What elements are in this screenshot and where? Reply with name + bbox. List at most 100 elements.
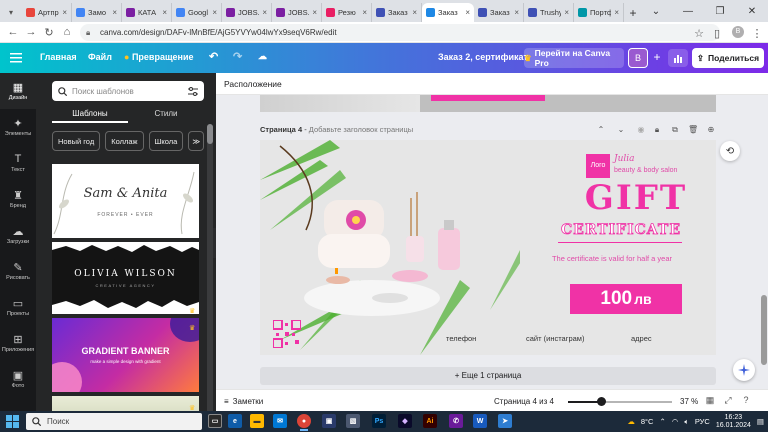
browser-menu-icon[interactable]: ⋮ <box>748 24 766 42</box>
share-button[interactable]: ⇪ Поделиться <box>692 48 764 68</box>
salon-subtitle[interactable]: beauty & body salon <box>614 167 677 174</box>
redo-icon[interactable]: ↷ <box>233 50 242 63</box>
tab-close-icon[interactable]: × <box>262 8 267 17</box>
hide-page-icon[interactable]: ◉ <box>636 125 646 135</box>
mail-icon[interactable]: ✉ <box>273 414 287 428</box>
add-page-icon[interactable]: ⊕ <box>706 125 716 135</box>
user-avatar[interactable]: В <box>628 48 648 68</box>
clock[interactable]: 16:23 16.01.2024 <box>716 414 751 430</box>
bookmark-star-icon[interactable]: ☆ <box>690 24 708 42</box>
home-icon[interactable]: ⌂ <box>58 23 76 41</box>
chrome-icon[interactable]: ● <box>297 414 311 431</box>
telegram-icon[interactable]: ➤ <box>498 414 512 428</box>
rail-item-elements[interactable]: ✦ Элементы <box>0 109 36 145</box>
browser-tab[interactable]: Заказ × <box>372 3 422 22</box>
close-window-icon[interactable]: ✕ <box>736 0 768 22</box>
undo-icon[interactable]: ↶ <box>209 50 218 63</box>
scroll-thumb[interactable] <box>761 295 767 365</box>
gift-heading[interactable]: GIFT <box>558 178 714 218</box>
illustrator-icon[interactable]: Ai <box>423 414 437 428</box>
grid-view-icon[interactable]: ▦ <box>704 395 716 407</box>
photoshop-icon[interactable]: Ps <box>372 414 386 428</box>
magic-assistant-icon[interactable] <box>733 359 755 381</box>
page-title[interactable]: Страница 4 - Добавьте заголовок страницы <box>260 125 413 134</box>
page-counter[interactable]: Страница 4 из 4 <box>494 397 554 406</box>
add-collaborator-icon[interactable]: + <box>650 50 664 64</box>
delete-page-icon[interactable]: 🗑︎ <box>688 125 698 135</box>
rail-item-brand[interactable]: ♜ Бренд <box>0 181 36 217</box>
chips-next-icon[interactable]: ≫ <box>188 131 205 151</box>
template-card-gradient-banner[interactable]: GRADIENT BANNER make a simple design wit… <box>52 318 199 392</box>
tab-close-icon[interactable]: × <box>62 8 67 17</box>
browser-tab[interactable]: Резю × <box>322 3 372 22</box>
rail-item-photos[interactable]: ▣ Фото <box>0 361 36 397</box>
help-icon[interactable]: ? <box>740 395 752 407</box>
tab-close-icon[interactable]: × <box>112 8 117 17</box>
chip-collage[interactable]: Коллаж <box>105 131 144 151</box>
chip-new-year[interactable]: Новый год <box>52 131 101 151</box>
address-text[interactable]: адрес <box>631 334 652 343</box>
profile-avatar[interactable]: В <box>732 26 744 38</box>
home-link[interactable]: Главная <box>40 52 77 62</box>
back-icon[interactable]: ← <box>4 23 22 41</box>
browser-tab[interactable]: Googl × <box>172 3 222 22</box>
menu-icon[interactable] <box>10 52 22 64</box>
tab-templates[interactable]: Шаблоны <box>52 107 128 123</box>
rail-item-projects[interactable]: ▭ Проекты <box>0 289 36 325</box>
document-title[interactable]: Заказ 2, сертификат <box>438 52 528 62</box>
browser-tab[interactable]: КАТА × <box>122 3 172 22</box>
template-card-nature[interactable] <box>52 396 199 411</box>
chip-school[interactable]: Школа <box>148 131 184 151</box>
template-card-agency[interactable]: OLIVIA WILSON CREATIVE AGENCY <box>52 242 199 314</box>
insights-icon[interactable] <box>668 49 688 67</box>
forward-icon[interactable]: → <box>22 23 40 41</box>
browser-tab[interactable]: Заказ × <box>422 3 474 22</box>
notifications-icon[interactable]: ▤ <box>757 417 764 426</box>
rail-item-text[interactable]: T Текст <box>0 145 36 181</box>
transform-button[interactable]: ● Превращение <box>124 52 194 62</box>
zoom-value[interactable]: 37 % <box>680 397 698 406</box>
minimize-icon[interactable]: — <box>672 0 704 22</box>
tab-search-icon[interactable]: ⌄ <box>640 0 672 22</box>
weather-icon[interactable]: ☁︎ <box>627 417 635 426</box>
taskbar-search-input[interactable]: Поиск <box>26 413 202 430</box>
app-icon[interactable]: ◆ <box>398 414 412 428</box>
network-icon[interactable]: ◠ <box>672 417 679 426</box>
reload-icon[interactable]: ↻ <box>40 23 58 41</box>
arrange-button[interactable]: Расположение <box>224 79 282 89</box>
store-icon[interactable]: ▣ <box>322 414 336 428</box>
phone-text[interactable]: телефон <box>446 334 476 343</box>
logo-badge[interactable]: Лого <box>586 154 610 178</box>
tab-close-icon[interactable]: × <box>412 8 417 17</box>
tab-close-icon[interactable]: × <box>614 8 619 17</box>
tab-close-icon[interactable]: × <box>514 8 519 17</box>
move-down-icon[interactable]: ⌄ <box>616 125 626 135</box>
template-search-input[interactable]: Поиск шаблонов <box>52 81 204 101</box>
tab-close-icon[interactable]: × <box>465 8 470 17</box>
tab-close-icon[interactable]: × <box>162 8 167 17</box>
tab-close-icon[interactable]: × <box>564 8 569 17</box>
salon-name[interactable]: Julia <box>614 154 635 164</box>
word-icon[interactable]: W <box>473 414 487 428</box>
volume-icon[interactable]: 🔈︎ <box>684 417 689 427</box>
filter-icon[interactable] <box>188 86 198 96</box>
move-up-icon[interactable]: ⌃ <box>596 125 606 135</box>
certificate-heading[interactable]: CERTIFICATE <box>556 222 686 239</box>
browser-tab[interactable]: JOBS. × <box>222 3 272 22</box>
rail-item-draw[interactable]: ✎ Рисовать <box>0 253 36 289</box>
url-field[interactable]: 🔒︎ canva.com/design/DAFv-lMnBfE/AjG5YVYw… <box>80 24 720 41</box>
fullscreen-icon[interactable]: ⤢ <box>722 395 734 407</box>
edge-icon[interactable]: e <box>228 414 242 428</box>
file-explorer-icon[interactable]: ▬ <box>250 414 264 428</box>
tab-styles[interactable]: Стили <box>128 107 204 123</box>
maximize-icon[interactable]: ❐ <box>704 0 736 22</box>
duplicate-page-icon[interactable]: ⧉ <box>670 125 680 135</box>
website-text[interactable]: сайт (инстаграм) <box>526 334 584 343</box>
browser-tab[interactable]: Заказ × <box>474 3 524 22</box>
tray-chevron-icon[interactable]: ⌃ <box>659 417 665 426</box>
browser-tab[interactable]: JOBS. × <box>272 3 322 22</box>
file-menu[interactable]: Файл <box>88 52 112 62</box>
rail-item-uploads[interactable]: ☁︎ Загрузки <box>0 217 36 253</box>
lock-page-icon[interactable]: 🔒︎ <box>652 125 662 135</box>
cloud-save-icon[interactable]: ☁︎ <box>258 51 267 62</box>
